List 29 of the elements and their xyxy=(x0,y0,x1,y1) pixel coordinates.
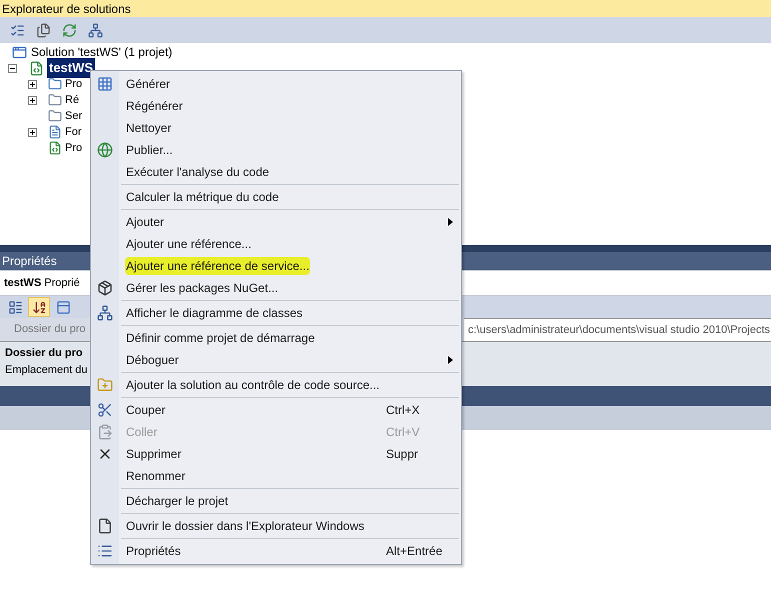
panel-title: Propriétés xyxy=(2,253,57,270)
menu-label: Ouvrir le dossier dans l'Explorateur Windows xyxy=(126,518,364,535)
description-text: Emplacement du xyxy=(5,362,88,378)
menu-label: Supprimer xyxy=(126,446,182,463)
shortcut-text: Alt+Entrée xyxy=(386,543,444,560)
menu-label: Renommer xyxy=(126,468,186,485)
menu-label: Générer xyxy=(126,76,170,93)
menu-label: Nettoyer xyxy=(126,120,172,137)
menu-label: Décharger le projet xyxy=(126,493,228,510)
description-title: Dossier du pro xyxy=(5,346,83,361)
menu-label: Régénérer xyxy=(126,98,183,115)
menu-label: Afficher le diagramme de classes xyxy=(126,305,303,322)
menu-label: Coller xyxy=(126,424,158,441)
menu-label: Propriétés xyxy=(126,543,181,560)
highlighted-label: Ajouter une référence de service... xyxy=(125,257,310,275)
panel-title: Explorateur de solutions xyxy=(2,0,131,18)
menu-label: Ajouter xyxy=(126,214,164,231)
menu-label: Définir comme projet de démarrage xyxy=(126,330,315,347)
menu-label: Exécuter l'analyse du code xyxy=(126,164,270,181)
menu-label: Ajouter la solution au contrôle de code source... xyxy=(126,377,380,394)
menu-label: Couper xyxy=(126,402,166,419)
menu-label: Ajouter une référence... xyxy=(126,236,252,253)
menu-label: Déboguer xyxy=(126,352,179,369)
menu-label: Gérer les packages NuGet... xyxy=(126,280,278,297)
menu-label: Publier... xyxy=(126,142,173,159)
shortcut-text: Ctrl+V xyxy=(386,424,421,441)
shortcut-text: Suppr xyxy=(386,446,420,463)
shortcut-text: Ctrl+X xyxy=(386,402,421,419)
menu-label: Calculer la métrique du code xyxy=(126,189,279,206)
